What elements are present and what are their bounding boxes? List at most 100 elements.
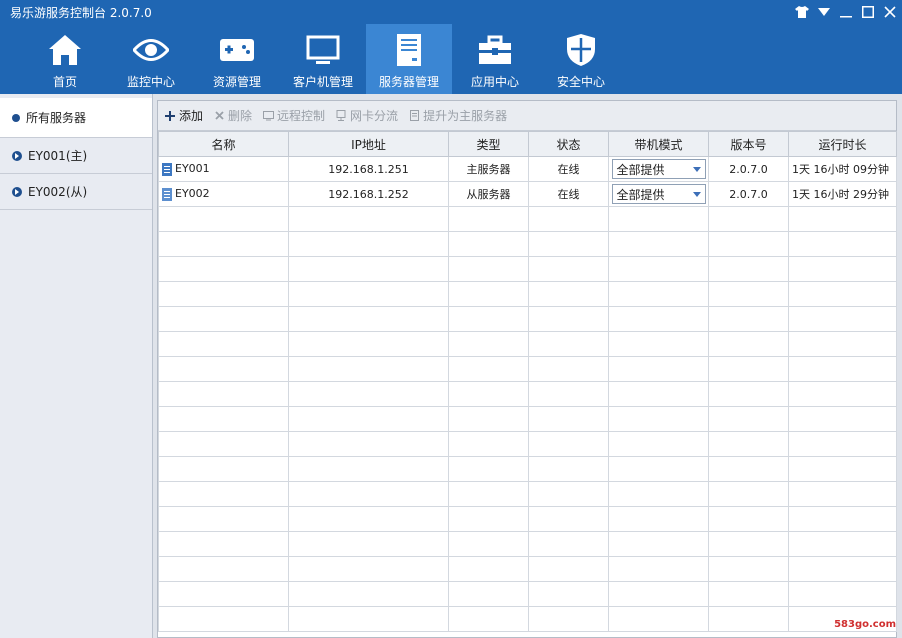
mode-select[interactable]: 全部提供 <box>611 159 706 179</box>
nav-home[interactable]: 首页 <box>22 24 108 90</box>
col-header-runtime[interactable]: 运行时长 <box>788 131 897 157</box>
cell-version: 2.0.7.0 <box>708 156 789 182</box>
empty-table-row <box>158 206 897 232</box>
cell-status: 在线 <box>528 156 609 182</box>
empty-cell <box>608 406 709 432</box>
empty-cell <box>158 406 289 432</box>
cell-version: 2.0.7.0 <box>708 181 789 207</box>
empty-cell <box>708 531 789 557</box>
empty-table-row <box>158 381 897 407</box>
sidebar-item-all-servers[interactable]: 所有服务器 <box>0 98 152 138</box>
empty-cell <box>448 531 529 557</box>
empty-cell <box>448 206 529 232</box>
cell-name: EY002 <box>158 181 289 207</box>
table-header-row: 名称 IP地址 类型 状态 带机模式 版本号 运行时长 <box>158 131 897 157</box>
maximize-icon[interactable] <box>860 4 876 20</box>
menu-dropdown-icon[interactable] <box>816 4 832 20</box>
sidebar-item-ey002[interactable]: EY002(从) <box>0 174 152 210</box>
empty-cell <box>448 306 529 332</box>
empty-cell <box>158 206 289 232</box>
empty-cell <box>158 356 289 382</box>
nav-home-label: 首页 <box>52 75 77 89</box>
nav-resources-label: 资源管理 <box>212 75 261 89</box>
empty-cell <box>528 431 609 457</box>
nav-apps[interactable]: 应用中心 <box>452 24 538 90</box>
empty-cell <box>788 281 897 307</box>
empty-cell <box>158 431 289 457</box>
empty-cell <box>608 381 709 407</box>
nic-split-button[interactable]: 网卡分流 <box>335 107 398 124</box>
nav-clients[interactable]: 客户机管理 <box>280 24 366 90</box>
sidebar-item-label: EY002(从) <box>28 185 88 199</box>
title-bar: 易乐游服务控制台 2.0.7.0 <box>0 0 902 24</box>
add-button[interactable]: 添加 <box>164 107 203 124</box>
empty-cell <box>528 331 609 357</box>
empty-cell <box>288 406 449 432</box>
minimize-icon[interactable] <box>838 4 854 20</box>
empty-cell <box>708 356 789 382</box>
empty-cell <box>608 356 709 382</box>
master-server-icon <box>162 162 172 176</box>
delete-x-icon <box>213 110 225 122</box>
empty-cell <box>788 481 897 507</box>
empty-cell <box>788 406 897 432</box>
col-header-status[interactable]: 状态 <box>528 131 609 157</box>
empty-cell <box>708 431 789 457</box>
empty-cell <box>448 381 529 407</box>
empty-cell <box>608 456 709 482</box>
table-row[interactable]: EY002 192.168.1.252 从服务器 在线 全部提供 2.0.7.0… <box>158 181 897 207</box>
empty-cell <box>528 506 609 532</box>
nav-monitor[interactable]: 监控中心 <box>108 24 194 90</box>
sidebar-item-label: EY001(主) <box>28 149 88 163</box>
col-header-mode[interactable]: 带机模式 <box>608 131 709 157</box>
empty-cell <box>708 281 789 307</box>
empty-table-row <box>158 456 897 482</box>
nav-resources[interactable]: 资源管理 <box>194 24 280 90</box>
empty-cell <box>448 431 529 457</box>
col-header-name[interactable]: 名称 <box>158 131 289 157</box>
empty-cell <box>528 381 609 407</box>
col-header-ip[interactable]: IP地址 <box>288 131 449 157</box>
skin-icon[interactable] <box>794 4 810 20</box>
nav-security[interactable]: 安全中心 <box>538 24 624 90</box>
monitor-icon <box>303 30 343 70</box>
empty-cell <box>788 206 897 232</box>
promote-master-button[interactable]: 提升为主服务器 <box>408 107 507 124</box>
empty-table-row <box>158 306 897 332</box>
empty-cell <box>788 231 897 257</box>
server-panel: 添加 删除 远程控制 网卡分流 提升为主服务器 名称 IP地址 类型 状态 带机… <box>157 100 897 638</box>
table-row[interactable]: EY001 192.168.1.251 主服务器 在线 全部提供 2.0.7.0… <box>158 156 897 182</box>
empty-cell <box>788 381 897 407</box>
close-icon[interactable] <box>882 4 898 20</box>
table-body: EY001 192.168.1.251 主服务器 在线 全部提供 2.0.7.0… <box>158 156 897 207</box>
empty-cell <box>158 556 289 582</box>
cell-type: 主服务器 <box>448 156 529 182</box>
server-table: 名称 IP地址 类型 状态 带机模式 版本号 运行时长 EY001 192.16… <box>158 131 897 632</box>
empty-cell <box>708 581 789 607</box>
empty-cell <box>528 606 609 632</box>
shield-icon <box>561 30 601 70</box>
network-card-icon <box>335 110 347 122</box>
empty-cell <box>288 431 449 457</box>
delete-button[interactable]: 删除 <box>213 107 252 124</box>
sidebar-item-ey001[interactable]: EY001(主) <box>0 138 152 174</box>
empty-cell <box>158 231 289 257</box>
empty-cell <box>288 581 449 607</box>
app-title: 易乐游服务控制台 2.0.7.0 <box>10 6 152 20</box>
main-nav: 首页 监控中心 资源管理 客户机管理 服务器管理 应用中心 安全中心 <box>22 24 624 94</box>
empty-cell <box>288 256 449 282</box>
empty-table-row <box>158 331 897 357</box>
col-header-version[interactable]: 版本号 <box>708 131 789 157</box>
remote-control-label: 远程控制 <box>277 109 326 123</box>
remote-control-button[interactable]: 远程控制 <box>262 107 325 124</box>
promote-server-icon <box>408 110 420 122</box>
empty-cell <box>708 206 789 232</box>
toolbox-icon <box>475 30 515 70</box>
nav-apps-label: 应用中心 <box>470 75 519 89</box>
empty-cell <box>528 581 609 607</box>
col-header-type[interactable]: 类型 <box>448 131 529 157</box>
empty-cell <box>708 231 789 257</box>
empty-cell <box>788 306 897 332</box>
nav-servers[interactable]: 服务器管理 <box>366 24 452 94</box>
mode-select[interactable]: 全部提供 <box>611 184 706 204</box>
